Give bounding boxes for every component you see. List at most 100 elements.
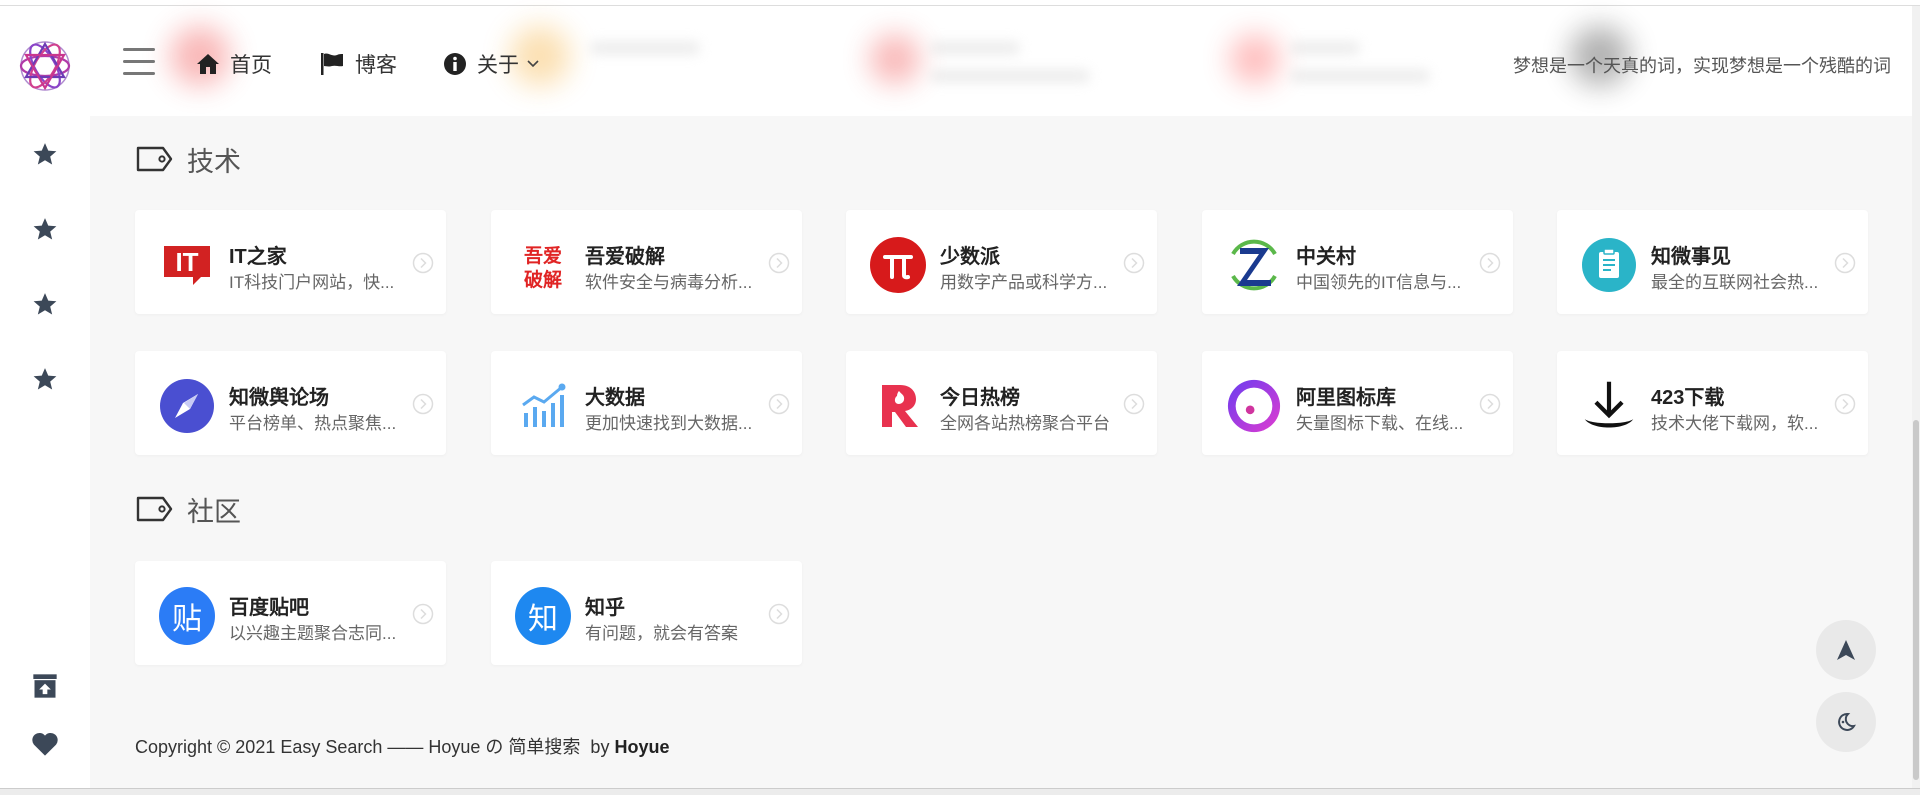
card-title: 今日热榜 [940, 387, 1020, 409]
card-description: 中国领先的IT信息与... [1296, 273, 1462, 292]
star-icon [33, 368, 57, 390]
52pojie-logo-icon: 吾爱 破解 [515, 237, 571, 293]
nav-home[interactable]: 首页 [196, 50, 272, 78]
chevron-right-circle-icon [1123, 393, 1145, 415]
sidebar-favorite-2[interactable] [29, 213, 61, 245]
site-card-bigdata[interactable]: 大数据 更加快速找到大数据... [491, 351, 802, 455]
card-description: 平台榜单、热点聚焦... [229, 414, 397, 433]
nav-blog-label: 博客 [355, 54, 397, 77]
chevron-right-circle-icon [412, 393, 434, 415]
card-title: 423下载 [1651, 387, 1725, 409]
sidebar-favorite-3[interactable] [29, 288, 61, 320]
footer-text: Copyright © 2021 Easy Search —— Hoyue の … [135, 737, 615, 757]
chevron-right-circle-icon [412, 603, 434, 625]
ghost-blur [930, 42, 1020, 54]
chevron-right-circle-icon [412, 252, 434, 274]
card-title: 知乎 [585, 597, 625, 619]
site-card-tophub[interactable]: 今日热榜 全网各站热榜聚合平台 [846, 351, 1157, 455]
site-card-zhiwei-opinion[interactable]: 知微舆论场 平台榜单、热点聚焦... [135, 351, 446, 455]
card-title: IT之家 [229, 246, 287, 268]
site-card-sspai[interactable]: 少数派 用数字产品或科学方... [846, 210, 1157, 314]
ghost-blur [870, 34, 920, 84]
zol-logo-icon [1226, 237, 1282, 293]
card-title: 中关村 [1296, 246, 1356, 268]
bigdata-chart-logo-icon [515, 378, 571, 434]
section-title-community: 社区 [135, 491, 241, 527]
heart-icon [32, 732, 58, 756]
ithome-logo-icon: IT [159, 237, 215, 293]
card-description: 更加快速找到大数据... [585, 414, 753, 433]
nav-blog[interactable]: 博客 [319, 50, 397, 78]
scrollbar-thumb[interactable] [1913, 420, 1919, 780]
sspai-logo-icon [870, 237, 926, 293]
chevron-right-circle-icon [768, 252, 790, 274]
footer-copyright: Copyright © 2021 Easy Search —— Hoyue の … [135, 733, 669, 759]
chevron-right-circle-icon [768, 603, 790, 625]
ghost-blur [1230, 34, 1280, 84]
card-title: 百度贴吧 [229, 597, 309, 619]
nav-home-label: 首页 [230, 54, 272, 77]
site-card-iconfont[interactable]: 阿里图标库 矢量图标下载、在线... [1202, 351, 1513, 455]
ghost-blur [1290, 70, 1430, 82]
site-logo-icon[interactable] [15, 36, 75, 96]
card-description: 用数字产品或科学方... [940, 273, 1108, 292]
chevron-down-icon [527, 60, 539, 68]
info-icon [444, 53, 466, 75]
sidebar-heart-button[interactable] [29, 728, 61, 760]
sidebar-favorite-1[interactable] [29, 138, 61, 170]
card-description: 有问题，就会有答案 [585, 624, 738, 643]
tag-icon [136, 496, 173, 522]
card-description: 最全的互联网社会热... [1651, 273, 1819, 292]
section-title-tech: 技术 [135, 141, 241, 177]
card-description: 软件安全与病毒分析... [585, 273, 753, 292]
zhihu-logo-icon: 知 [515, 587, 571, 645]
site-card-zhiwei[interactable]: 知微事见 最全的互联网社会热... [1557, 210, 1868, 314]
card-title: 知微事见 [1651, 246, 1731, 268]
footer-author-link[interactable]: Hoyue [614, 737, 669, 757]
back-to-top-button[interactable] [1816, 620, 1876, 680]
home-icon [197, 54, 219, 74]
ghost-blur [1290, 42, 1360, 54]
ghost-blur [590, 42, 700, 54]
nav-about-label: 关于 [477, 54, 519, 77]
dark-mode-icon [1838, 712, 1856, 731]
card-title: 少数派 [940, 246, 1000, 268]
card-description: IT科技门户网站，快... [229, 273, 395, 292]
header-motto: 梦想是一个天真的词，实现梦想是一个残酷的词 [1513, 56, 1891, 76]
site-card-52pojie[interactable]: 吾爱 破解 吾爱破解 软件安全与病毒分析... [491, 210, 802, 314]
card-title: 知微舆论场 [229, 387, 329, 409]
tophub-logo-icon [870, 378, 926, 434]
card-description: 技术大佬下载网，软... [1651, 414, 1819, 433]
card-title: 阿里图标库 [1296, 387, 1396, 409]
card-description: 以兴趣主题聚合志同... [229, 624, 397, 643]
dark-mode-toggle-button[interactable] [1816, 692, 1876, 752]
flag-icon [321, 53, 343, 75]
card-title: 大数据 [585, 387, 645, 409]
menu-toggle-button[interactable] [123, 48, 155, 76]
chevron-right-circle-icon [1479, 252, 1501, 274]
site-card-423down[interactable]: 423下载 技术大佬下载网，软... [1557, 351, 1868, 455]
star-icon [33, 293, 57, 315]
nav-about[interactable]: 关于 [443, 50, 539, 78]
card-description: 矢量图标下载、在线... [1296, 414, 1464, 433]
download-logo-icon [1581, 378, 1637, 434]
site-card-zol[interactable]: 中关村 中国领先的IT信息与... [1202, 210, 1513, 314]
zhiwei-logo-icon [1581, 237, 1637, 293]
site-card-tieba[interactable]: 贴 百度贴吧 以兴趣主题聚合志同... [135, 561, 446, 665]
sidebar-favorite-4[interactable] [29, 363, 61, 395]
star-icon [33, 143, 57, 165]
card-description: 全网各站热榜聚合平台 [940, 414, 1110, 433]
chevron-right-circle-icon [1479, 393, 1501, 415]
tag-icon [136, 146, 173, 172]
section-title-label: 技术 [187, 146, 241, 177]
sidebar-archive-button[interactable] [29, 670, 61, 702]
iconfont-logo-icon [1226, 378, 1282, 434]
svg-text:IT: IT [175, 247, 198, 277]
top-header: 首页 博客 关于 梦想是一个天真的词，实现梦想是一个残酷的词 [90, 6, 1920, 116]
svg-text:吾爱: 吾爱 [524, 245, 562, 267]
ghost-blur [930, 70, 1090, 82]
site-card-ithome[interactable]: IT IT之家 IT科技门户网站，快... [135, 210, 446, 314]
compass-logo-icon [159, 378, 215, 434]
site-card-zhihu[interactable]: 知 知乎 有问题，就会有答案 [491, 561, 802, 665]
card-title: 吾爱破解 [585, 246, 665, 268]
